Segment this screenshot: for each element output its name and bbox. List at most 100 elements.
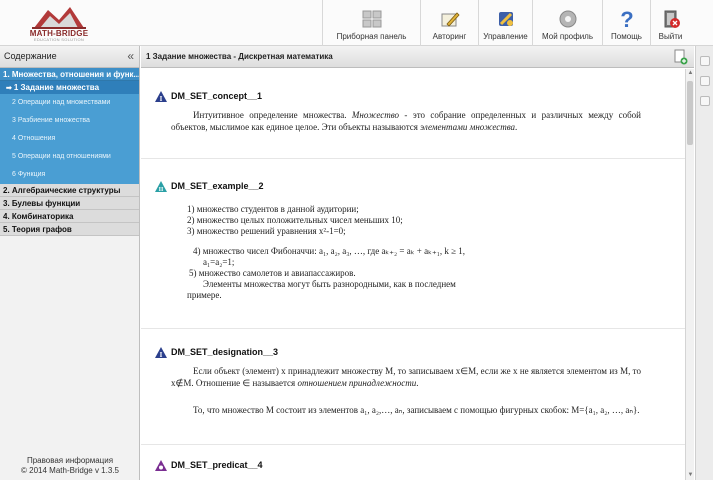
content-area: I DM_SET_concept__1 Интуитивное определе… xyxy=(141,69,685,480)
sidebar-item-label: 2. Алгебраические структуры xyxy=(3,186,121,195)
content-block-example: II DM_SET_example__2 1) множество студен… xyxy=(141,179,685,329)
block-header: I DM_SET_designation__3 xyxy=(155,345,278,359)
authoring-button[interactable]: Авторинг xyxy=(420,0,478,46)
scroll-down-icon[interactable]: ▼ xyxy=(686,471,695,480)
concept-text: Интуитивное определение множества. Множе… xyxy=(171,109,641,133)
sidebar-item-label: 6 Функция xyxy=(12,171,46,178)
designation-text-part: . xyxy=(416,378,419,388)
copyright-text: © 2014 Math-Bridge v 1.3.5 xyxy=(21,466,119,475)
list-item: 3) множество решений уравнения x²-1=0; xyxy=(187,226,346,236)
sidebar-item-label: 2 Операции над множествами xyxy=(12,99,111,106)
authoring-label: Авторинг xyxy=(432,32,467,41)
management-label: Управление xyxy=(483,32,528,41)
arrow-right-icon: ➡ xyxy=(6,85,12,92)
definition-badge-icon: I xyxy=(155,90,167,102)
dashboard-icon xyxy=(362,10,381,28)
list-item: примере. xyxy=(187,290,222,300)
right-tool-strip xyxy=(695,46,713,480)
math-bridge-logo[interactable]: MATH-BRIDGE EDUCATION SOLUTION xyxy=(28,4,90,42)
concept-term: Множество xyxy=(351,110,400,120)
gear-icon xyxy=(559,10,576,28)
block-title: DM_SET_concept__1 xyxy=(171,91,263,101)
sidebar-item-algebraic-structures[interactable]: 2. Алгебраические структуры xyxy=(0,184,139,197)
collapse-sidebar-icon[interactable]: « xyxy=(127,49,134,63)
help-label: Помощь xyxy=(611,32,642,41)
sidebar-item-label: 4. Комбинаторика xyxy=(3,212,74,221)
logo-subtitle: EDUCATION SOLUTION xyxy=(33,37,85,42)
block-title: DM_SET_example__2 xyxy=(171,181,264,191)
sidebar-item-set-operations[interactable]: 2 Операции над множествами xyxy=(0,94,139,112)
add-document-icon[interactable] xyxy=(674,49,688,65)
sidebar-footer: Правовая информация © 2014 Math-Bridge v… xyxy=(0,456,140,476)
zoom-icon[interactable] xyxy=(700,96,710,106)
sidebar-item-combinatorics[interactable]: 4. Комбинаторика xyxy=(0,210,139,223)
concept-text-part: . xyxy=(515,122,518,132)
svg-text:II: II xyxy=(159,187,164,192)
list-item: a₁=a₂=1; xyxy=(203,257,235,267)
svg-text:?: ? xyxy=(620,8,633,30)
predicate-badge-icon xyxy=(155,459,167,471)
block-header: II DM_SET_example__2 xyxy=(155,179,264,193)
scroll-thumb[interactable] xyxy=(687,81,693,145)
main-toolbar: Приборная панель Авторинг Управление Мой… xyxy=(322,0,690,46)
content-block-predicat: DM_SET_predicat__4 xyxy=(141,458,685,480)
content-block-designation: I DM_SET_designation__3 Если объект (эле… xyxy=(141,345,685,445)
management-button[interactable]: Управление xyxy=(478,0,532,46)
app-header: MATH-BRIDGE EDUCATION SOLUTION Приборная… xyxy=(0,0,713,46)
block-header: DM_SET_predicat__4 xyxy=(155,458,263,472)
example-list: 1) множество студентов в данной аудитори… xyxy=(187,204,647,301)
exit-icon xyxy=(664,10,680,28)
concept-term: элементами множества xyxy=(420,122,516,132)
svg-text:I: I xyxy=(160,351,163,358)
sidebar-item-graph-theory[interactable]: 5. Теория графов xyxy=(0,223,139,236)
sidebar-item-boolean-functions[interactable]: 3. Булевы функции xyxy=(0,197,139,210)
panel-toggle-icon[interactable] xyxy=(700,76,710,86)
sidebar-tree: 1. Множества, отношения и функ... ➡ 1 Зад… xyxy=(0,68,139,236)
panel-toggle-icon[interactable] xyxy=(700,56,710,66)
sidebar-item-label: 4 Отношения xyxy=(12,135,56,142)
designation-text: Если объект (элемент) x принадлежит множ… xyxy=(171,365,641,389)
sidebar-title: Содержание xyxy=(4,51,57,61)
list-item: Элементы множества могут быть разнородны… xyxy=(203,279,456,289)
scroll-up-icon[interactable]: ▲ xyxy=(686,69,695,78)
sidebar-item-function[interactable]: 6 Функция xyxy=(0,166,139,184)
sidebar-item-label: 3 Разбиение множества xyxy=(12,117,90,124)
definition-badge-icon: I xyxy=(155,346,167,358)
content-block-concept: I DM_SET_concept__1 Интуитивное определе… xyxy=(141,89,685,159)
tools-icon xyxy=(498,12,513,26)
sidebar-item-set-definition[interactable]: ➡ 1 Задание множества xyxy=(0,81,139,94)
help-icon: ? xyxy=(620,8,633,30)
list-item: 1) множество студентов в данной аудитори… xyxy=(187,204,359,214)
main-panel-header: 1 Задание множества - Дискретная математ… xyxy=(141,46,694,68)
sidebar-item-set-partition[interactable]: 3 Разбиение множества xyxy=(0,112,139,130)
sidebar-item-relation-operations[interactable]: 5 Операции над отношениями xyxy=(0,148,139,166)
sidebar-item-label: 1. Множества, отношения и функ... xyxy=(3,70,139,79)
profile-button[interactable]: Мой профиль xyxy=(532,0,602,46)
dashboard-label: Приборная панель xyxy=(336,32,407,41)
sidebar-item-label: 1 Задание множества xyxy=(13,83,100,92)
sidebar-item-label: 5 Операции над отношениями xyxy=(12,153,111,160)
sidebar-item-sets[interactable]: 1. Множества, отношения и функ... xyxy=(0,68,139,81)
pen-icon xyxy=(441,12,460,27)
sidebar-header: Содержание « xyxy=(0,46,139,68)
list-item: 5) множество самолетов и авиапассажиров. xyxy=(189,268,356,278)
logo-emblem-icon xyxy=(32,7,86,29)
sidebar-item-relations[interactable]: 4 Отношения xyxy=(0,130,139,148)
legal-info-link[interactable]: Правовая информация xyxy=(0,456,140,466)
contents-sidebar: Содержание « 1. Множества, отношения и ф… xyxy=(0,46,140,480)
logout-button[interactable]: Выйти xyxy=(650,0,690,46)
example-badge-icon: II xyxy=(155,180,167,192)
page-title: 1 Задание множества - Дискретная математ… xyxy=(146,52,333,61)
sidebar-item-label: 5. Теория графов xyxy=(3,225,72,234)
content-scrollbar[interactable]: ▲ ▼ xyxy=(685,69,694,480)
designation-text-2: То, что множество M состоит из элементов… xyxy=(193,405,640,415)
dashboard-button[interactable]: Приборная панель xyxy=(322,0,420,46)
block-title: DM_SET_designation__3 xyxy=(171,347,279,357)
concept-text-part: Интуитивное определение множества. xyxy=(193,110,352,120)
profile-label: Мой профиль xyxy=(541,32,593,41)
block-header: I DM_SET_concept__1 xyxy=(155,89,262,103)
svg-text:I: I xyxy=(160,95,163,102)
sidebar-item-label: 3. Булевы функции xyxy=(3,199,81,208)
designation-term: отношением принадлежности xyxy=(297,378,417,388)
help-button[interactable]: ? Помощь xyxy=(602,0,650,46)
